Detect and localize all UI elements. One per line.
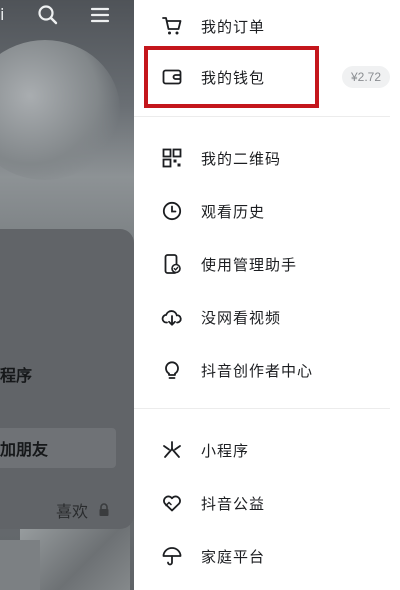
search-icon[interactable] — [34, 2, 62, 28]
menu-item-label: 使用管理助手 — [201, 255, 298, 274]
menu-item-offline-video[interactable]: 没网看视频 — [134, 291, 400, 343]
menu-item-wallet[interactable]: 我的钱包 ¥2.72 — [134, 51, 400, 103]
add-friend-label: 加朋友 — [0, 440, 49, 459]
menu-item-qrcode[interactable]: 我的二维码 — [134, 132, 400, 184]
menu-item-mini-program[interactable]: 小程序 — [134, 424, 400, 476]
background-video-panel[interactable]: i 程序 加朋友 喜欢 — [0, 0, 134, 590]
wallet-icon — [159, 64, 185, 90]
menu-item-label: 没网看视频 — [201, 308, 282, 327]
cloud-download-icon — [159, 304, 185, 330]
menu-item-label: 我的二维码 — [201, 149, 282, 168]
menu-item-history[interactable]: 观看历史 — [134, 185, 400, 237]
cart-icon — [159, 13, 185, 39]
truncated-title-char: i — [0, 5, 5, 24]
card-text: 程序 — [0, 366, 33, 385]
lightbulb-icon — [159, 357, 185, 383]
menu-item-label: 家庭平台 — [201, 547, 266, 566]
menu-item-label: 小程序 — [201, 441, 250, 460]
phone-check-icon — [159, 251, 185, 277]
background-image-blob — [0, 40, 120, 180]
divider — [134, 116, 390, 117]
mini-program-icon — [159, 437, 185, 463]
menu-item-label: 观看历史 — [201, 202, 266, 221]
qrcode-icon — [159, 145, 185, 171]
menu-item-creator-center[interactable]: 抖音创作者中心 — [134, 344, 400, 396]
background-image-blob — [0, 540, 40, 590]
side-menu-drawer: 我的订单 我的钱包 ¥2.72 我的二维码 观看历史 使用管理助手 没网看视频 … — [134, 0, 400, 590]
menu-icon[interactable] — [86, 2, 114, 28]
menu-item-label: 抖音创作者中心 — [201, 361, 314, 380]
divider — [134, 408, 390, 409]
menu-item-orders[interactable]: 我的订单 — [134, 0, 400, 52]
wallet-balance-badge: ¥2.72 — [342, 66, 390, 88]
menu-item-label: 我的钱包 — [201, 68, 266, 87]
menu-item-family-platform[interactable]: 家庭平台 — [134, 530, 400, 582]
menu-item-label: 抖音公益 — [201, 494, 266, 513]
clock-icon — [159, 198, 185, 224]
likes-tab-label[interactable]: 喜欢 — [56, 498, 88, 522]
umbrella-icon — [159, 543, 185, 569]
lock-icon — [98, 502, 110, 516]
menu-item-usage-manager[interactable]: 使用管理助手 — [134, 238, 400, 290]
heart-icon — [159, 490, 185, 516]
menu-item-label: 我的订单 — [201, 17, 266, 36]
menu-item-charity[interactable]: 抖音公益 — [134, 477, 400, 529]
